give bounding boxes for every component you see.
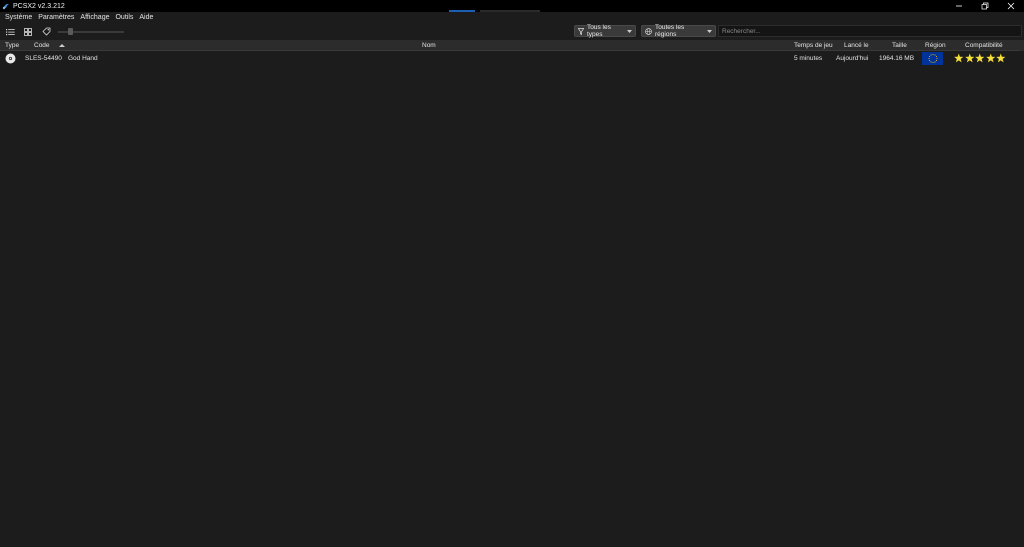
column-header-name[interactable]: Nom xyxy=(422,40,436,51)
game-playtime: 5 minutes xyxy=(794,55,823,62)
minimize-button[interactable] xyxy=(946,0,972,12)
type-filter-label: Tous les types xyxy=(587,24,611,38)
restore-button[interactable] xyxy=(972,0,998,12)
column-header-region[interactable]: Région xyxy=(925,40,946,51)
game-code: SLES-54490 xyxy=(25,55,62,62)
column-header-compatibility[interactable]: Compatibilité xyxy=(965,40,1003,51)
list-view-icon xyxy=(5,28,15,35)
tag-icon xyxy=(41,27,50,36)
star-icon xyxy=(985,53,995,63)
minimize-icon xyxy=(956,5,962,7)
column-header-type[interactable]: Type xyxy=(5,40,19,51)
menu-help[interactable]: Aide xyxy=(136,12,156,24)
list-view-button[interactable] xyxy=(3,25,17,38)
chevron-down-icon xyxy=(707,29,712,33)
restore-icon xyxy=(981,2,989,10)
game-name: God Hand xyxy=(68,55,98,62)
sort-ascending-icon xyxy=(59,44,65,47)
column-header-code[interactable]: Code xyxy=(34,40,50,51)
search-input[interactable] xyxy=(718,25,1022,37)
game-last-played: Aujourd'hui xyxy=(836,55,869,62)
compatibility-rating xyxy=(954,53,1006,63)
menu-settings[interactable]: Paramètres xyxy=(35,12,77,24)
window-title: PCSX2 v2.3.212 xyxy=(13,2,65,10)
chevron-down-icon xyxy=(627,29,632,33)
title-bar: PCSX2 v2.3.212 xyxy=(0,0,1024,12)
menu-system[interactable]: Système xyxy=(2,12,35,24)
star-icon xyxy=(954,53,964,63)
zoom-slider-handle[interactable] xyxy=(68,28,73,35)
disc-icon xyxy=(5,53,16,64)
globe-icon xyxy=(645,27,652,35)
column-header-last-played[interactable]: Lancé le xyxy=(844,40,869,51)
star-icon xyxy=(996,53,1006,63)
star-icon xyxy=(975,53,985,63)
tag-button[interactable] xyxy=(39,25,53,38)
type-filter-dropdown[interactable]: Tous les types xyxy=(574,24,636,38)
table-row[interactable]: SLES-54490 God Hand 5 minutes Aujourd'hu… xyxy=(0,51,1024,66)
grid-view-button[interactable] xyxy=(21,25,35,38)
column-header-playtime[interactable]: Temps de jeu xyxy=(794,40,833,51)
menu-view[interactable]: Affichage xyxy=(77,12,112,24)
menu-tools[interactable]: Outils xyxy=(112,12,136,24)
pcsx2-logo-icon xyxy=(2,2,10,10)
game-list-header: Type Code Nom Temps de jeu Lancé le Tail… xyxy=(0,40,1024,51)
menu-bar: Système Paramètres Affichage Outils Aide xyxy=(0,12,1024,24)
game-size: 1964.16 MB xyxy=(879,55,915,62)
region-filter-label: Toutes les régions xyxy=(655,24,685,38)
header-scroll-corner xyxy=(1020,40,1024,51)
region-filter-dropdown[interactable]: Toutes les régions xyxy=(641,24,716,38)
filter-icon xyxy=(578,27,584,35)
star-icon xyxy=(964,53,974,63)
column-header-size[interactable]: Taille xyxy=(892,40,907,51)
eu-flag-icon xyxy=(922,52,943,65)
close-button[interactable] xyxy=(998,0,1024,12)
grid-view-icon xyxy=(24,27,32,36)
toolbar: Tous les types Toutes les régions xyxy=(0,24,1024,39)
close-icon xyxy=(1007,2,1015,10)
